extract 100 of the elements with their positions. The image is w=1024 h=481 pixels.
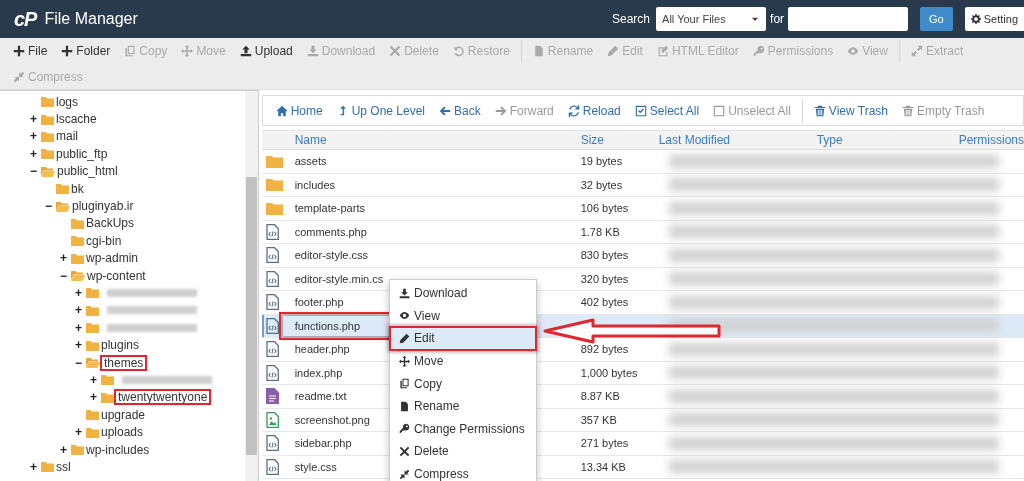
checkbox-icon (713, 104, 726, 117)
tree-toggle[interactable]: + (75, 287, 84, 299)
code-file-icon (265, 294, 279, 311)
tree-item[interactable]: BackUps (86, 214, 135, 233)
tree-item[interactable]: twentytwentyone (116, 391, 210, 404)
tree-item[interactable]: uploads (101, 423, 144, 442)
up-one-level-button[interactable]: Up One Level (329, 101, 433, 120)
tree-item[interactable]: pluginyab.ir (72, 197, 134, 216)
tree-item[interactable]: wp-includes (86, 440, 150, 459)
code-file-icon (265, 435, 279, 452)
text-file-icon (265, 388, 279, 405)
new-file-button[interactable]: File (6, 38, 55, 64)
tree-item[interactable]: themes (102, 356, 146, 369)
tree-toggle[interactable]: + (60, 252, 69, 265)
tree-item[interactable]: wp-admin (86, 249, 139, 268)
file-size: 892 bytes (580, 342, 629, 357)
select-all-button[interactable]: Select All (627, 101, 707, 120)
column-header[interactable]: Permissions (958, 131, 1024, 149)
view-trash-button[interactable]: View Trash (806, 101, 895, 120)
upload-button[interactable]: Upload (232, 38, 300, 64)
tree-item[interactable]: logs (56, 92, 78, 111)
tree-item[interactable]: mail (56, 127, 78, 146)
settings-button[interactable]: Setting (964, 7, 1024, 31)
tree-toggle[interactable]: + (30, 460, 39, 473)
code-file-icon (265, 247, 279, 264)
tree-toggle[interactable]: + (30, 147, 39, 160)
plus-icon (61, 45, 74, 57)
file-row[interactable]: includes 32 bytes (261, 173, 1024, 197)
tree-toggle[interactable]: − (60, 269, 69, 282)
tree-item[interactable]: public_ftp (56, 144, 108, 163)
tree-toggle[interactable]: + (75, 304, 84, 317)
tree-toggle[interactable]: − (30, 165, 39, 178)
expand-icon (910, 45, 923, 57)
checkbox-icon (634, 104, 647, 117)
tree-toggle[interactable]: + (75, 339, 84, 352)
folder-icon (56, 183, 69, 195)
file-name: editor-style.css (294, 248, 368, 263)
key-icon (752, 45, 765, 57)
file-name: assets (294, 154, 327, 169)
file-row[interactable]: assets 19 bytes (261, 150, 1024, 174)
column-header[interactable]: Last Modified (658, 131, 730, 149)
code-file-icon (265, 223, 279, 240)
scope-dropdown[interactable]: All Your Files (656, 7, 767, 31)
code-file-icon (265, 458, 279, 475)
file-size: 830 bytes (580, 248, 629, 263)
tree-item[interactable]: wp-content (87, 266, 146, 285)
app-title: File Manager (44, 9, 138, 29)
edit-icon (656, 45, 669, 57)
file-icon (399, 400, 410, 412)
column-header[interactable]: Size (580, 131, 604, 149)
column-header[interactable]: Name (294, 131, 327, 149)
tree-toggle[interactable]: + (30, 130, 39, 143)
tree-item[interactable]: public_html (57, 162, 118, 181)
tree-item[interactable]: ssl (56, 457, 71, 476)
file-name: footer.php (294, 295, 344, 310)
search-field[interactable] (788, 7, 909, 31)
reload-button[interactable]: Reload (560, 101, 628, 120)
tree-toggle[interactable]: − (45, 200, 54, 213)
tree-toggle[interactable]: + (90, 391, 99, 404)
column-header[interactable]: Type (816, 131, 843, 149)
upload-icon (239, 45, 252, 57)
tree-toggle[interactable]: + (75, 426, 84, 439)
file-row[interactable]: editor-style.css 830 bytes (261, 244, 1024, 268)
new-folder-button[interactable]: Folder (54, 38, 118, 64)
file-row[interactable]: comments.php 1.78 KB (261, 220, 1024, 244)
compress-icon (13, 71, 25, 83)
file-size: 357 KB (580, 412, 617, 428)
trash-icon (813, 104, 826, 117)
file-row[interactable]: template-parts 106 bytes (261, 197, 1024, 221)
restore-icon (452, 45, 465, 57)
tree-toggle[interactable]: − (75, 356, 84, 369)
folder-icon (71, 217, 84, 229)
go-button[interactable]: Go (920, 7, 953, 31)
tree-item[interactable]: cgi-bin (86, 231, 122, 250)
pencil-icon (399, 333, 410, 344)
file-size: 19 bytes (580, 154, 623, 169)
tree-item[interactable]: lscache (56, 110, 97, 129)
tree-item[interactable]: upgrade (101, 405, 146, 424)
tree-toggle[interactable]: + (75, 321, 84, 334)
for-label: for (770, 11, 785, 28)
file-size: 1.78 KB (580, 224, 620, 240)
compress-icon (399, 468, 410, 480)
scrollbar[interactable] (244, 91, 258, 481)
file-size: 402 bytes (580, 295, 629, 310)
menu-item[interactable]: Compress (390, 462, 536, 481)
image-file-icon (265, 411, 279, 428)
menu-item[interactable]: Edit (390, 327, 536, 350)
tree-toggle[interactable]: + (90, 373, 99, 386)
back-button[interactable]: Back (432, 101, 488, 120)
home-button[interactable]: Home (268, 101, 330, 120)
file-name: includes (294, 177, 335, 193)
file-size: 8.87 KB (580, 389, 620, 404)
file-icon (532, 45, 545, 57)
key-icon (399, 423, 410, 435)
tree-toggle[interactable]: + (30, 113, 39, 126)
file-name: template-parts (294, 201, 365, 216)
tree-item[interactable]: bk (71, 179, 84, 198)
file-name: index.php (294, 365, 343, 381)
tree-item[interactable]: plugins (101, 336, 140, 355)
tree-toggle[interactable]: + (60, 443, 69, 456)
